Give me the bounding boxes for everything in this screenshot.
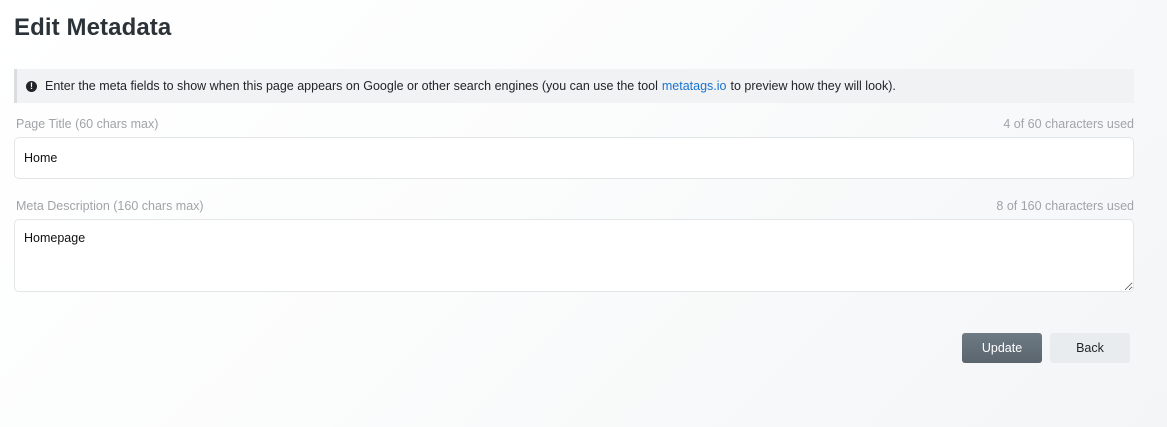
back-button[interactable]: Back (1050, 333, 1130, 363)
notice-text-after: to preview how they will look). (730, 79, 896, 93)
meta-description-textarea[interactable]: Homepage (14, 219, 1134, 292)
meta-description-counter: 8 of 160 characters used (996, 199, 1134, 213)
update-button[interactable]: Update (962, 333, 1042, 363)
meta-description-label: Meta Description (160 chars max) (16, 199, 204, 213)
page-title: Edit Metadata (14, 14, 172, 41)
exclamation-circle-icon: ! (26, 80, 37, 92)
info-notice: ! Enter the meta fields to show when thi… (14, 69, 1134, 103)
notice-text-before: Enter the meta fields to show when this … (45, 79, 658, 93)
page-title-input[interactable] (14, 137, 1134, 179)
metatags-link[interactable]: metatags.io (662, 79, 727, 93)
page-title-counter: 4 of 60 characters used (1003, 117, 1134, 131)
page-title-label: Page Title (60 chars max) (16, 117, 159, 131)
